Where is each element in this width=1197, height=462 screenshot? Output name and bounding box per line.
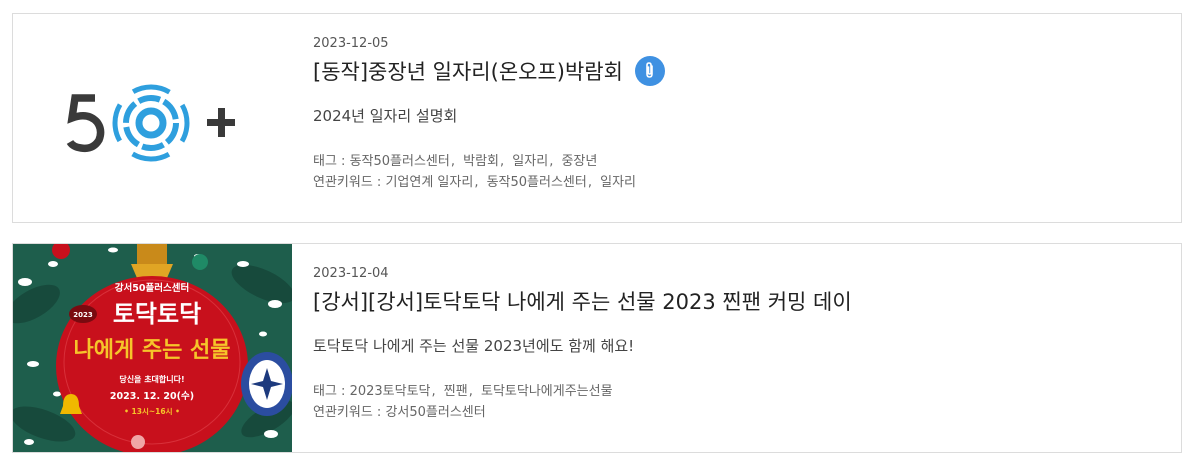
tags-label: 태그 : — [313, 384, 346, 399]
poster-headline-1: 토닥토닥 — [113, 300, 201, 328]
post-thumbnail-poster[interactable]: 강서50플러스센터 2023 토닥토닥 나에게 주는 선물 당신을 초대합니다!… — [13, 244, 292, 452]
poster-time: • 13시~16시 • — [124, 407, 180, 416]
post-date: 2023-12-05 — [313, 36, 389, 51]
post-date: 2023-12-04 — [313, 266, 389, 281]
post-thumbnail-50plus-logo[interactable] — [13, 14, 292, 222]
post-card[interactable]: 강서50플러스센터 2023 토닥토닥 나에게 주는 선물 당신을 초대합니다!… — [12, 243, 1182, 453]
tag-link[interactable]: 찐팬 — [444, 384, 468, 399]
keywords-label: 연관키워드 : — [313, 175, 382, 190]
post-title[interactable]: [동작]중장년 일자리(온오프)박람회 — [313, 56, 665, 86]
post-card[interactable]: 2023-12-05 [동작]중장년 일자리(온오프)박람회 2024년 일자리… — [12, 13, 1182, 223]
tag-link[interactable]: 박람회 — [463, 154, 499, 169]
keyword-link[interactable]: 동작50플러스센터 — [487, 175, 587, 190]
post-body: 2023-12-04 [강서][강서]토닥토닥 나에게 주는 선물 2023 찐… — [313, 244, 1181, 452]
tag-link[interactable]: 일자리 — [512, 154, 548, 169]
attachment-icon — [634, 56, 665, 86]
keywords-label: 연관키워드 : — [313, 405, 382, 420]
poster-center-name: 강서50플러스센터 — [115, 282, 189, 294]
fifty-plus-logo-icon — [66, 84, 235, 162]
poster-invite: 당신을 초대합니다! — [119, 374, 184, 384]
christmas-poster-image: 강서50플러스센터 2023 토닥토닥 나에게 주는 선물 당신을 초대합니다!… — [13, 244, 292, 452]
post-tags: 태그 : 2023토닥토닥, 찐팬, 토닥토닥나에게주는선물 — [313, 384, 613, 399]
tags-label: 태그 : — [313, 154, 346, 169]
keyword-link[interactable]: 기업연계 일자리 — [385, 175, 473, 190]
tag-link[interactable]: 2023토닥토닥 — [350, 384, 431, 399]
keyword-link[interactable]: 강서50플러스센터 — [385, 405, 485, 420]
tag-link[interactable]: 중장년 — [561, 154, 597, 169]
post-keywords: 연관키워드 : 강서50플러스센터 — [313, 402, 486, 423]
tag-link[interactable]: 동작50플러스센터 — [350, 154, 450, 169]
post-body: 2023-12-05 [동작]중장년 일자리(온오프)박람회 2024년 일자리… — [313, 14, 1181, 222]
post-title[interactable]: [강서][강서]토닥토닥 나에게 주는 선물 2023 찐팬 커밍 데이 — [313, 286, 852, 316]
keyword-link[interactable]: 일자리 — [600, 175, 636, 190]
post-tags: 태그 : 동작50플러스센터, 박람회, 일자리, 중장년 — [313, 154, 598, 169]
post-title-text[interactable]: [동작]중장년 일자리(온오프)박람회 — [313, 56, 623, 86]
tag-link[interactable]: 토닥토닥나에게주는선물 — [481, 384, 613, 399]
poster-date: 2023. 12. 20(수) — [110, 391, 194, 402]
poster-badge: 2023 — [73, 311, 93, 319]
post-description: 2024년 일자리 설명회 — [313, 107, 458, 125]
post-description: 토닥토닥 나에게 주는 선물 2023년에도 함께 해요! — [313, 337, 635, 355]
post-keywords: 연관키워드 : 기업연계 일자리, 동작50플러스센터, 일자리 — [313, 175, 637, 190]
post-title-text[interactable]: [강서][강서]토닥토닥 나에게 주는 선물 2023 찐팬 커밍 데이 — [313, 286, 852, 316]
poster-headline-2: 나에게 주는 선물 — [74, 338, 231, 363]
